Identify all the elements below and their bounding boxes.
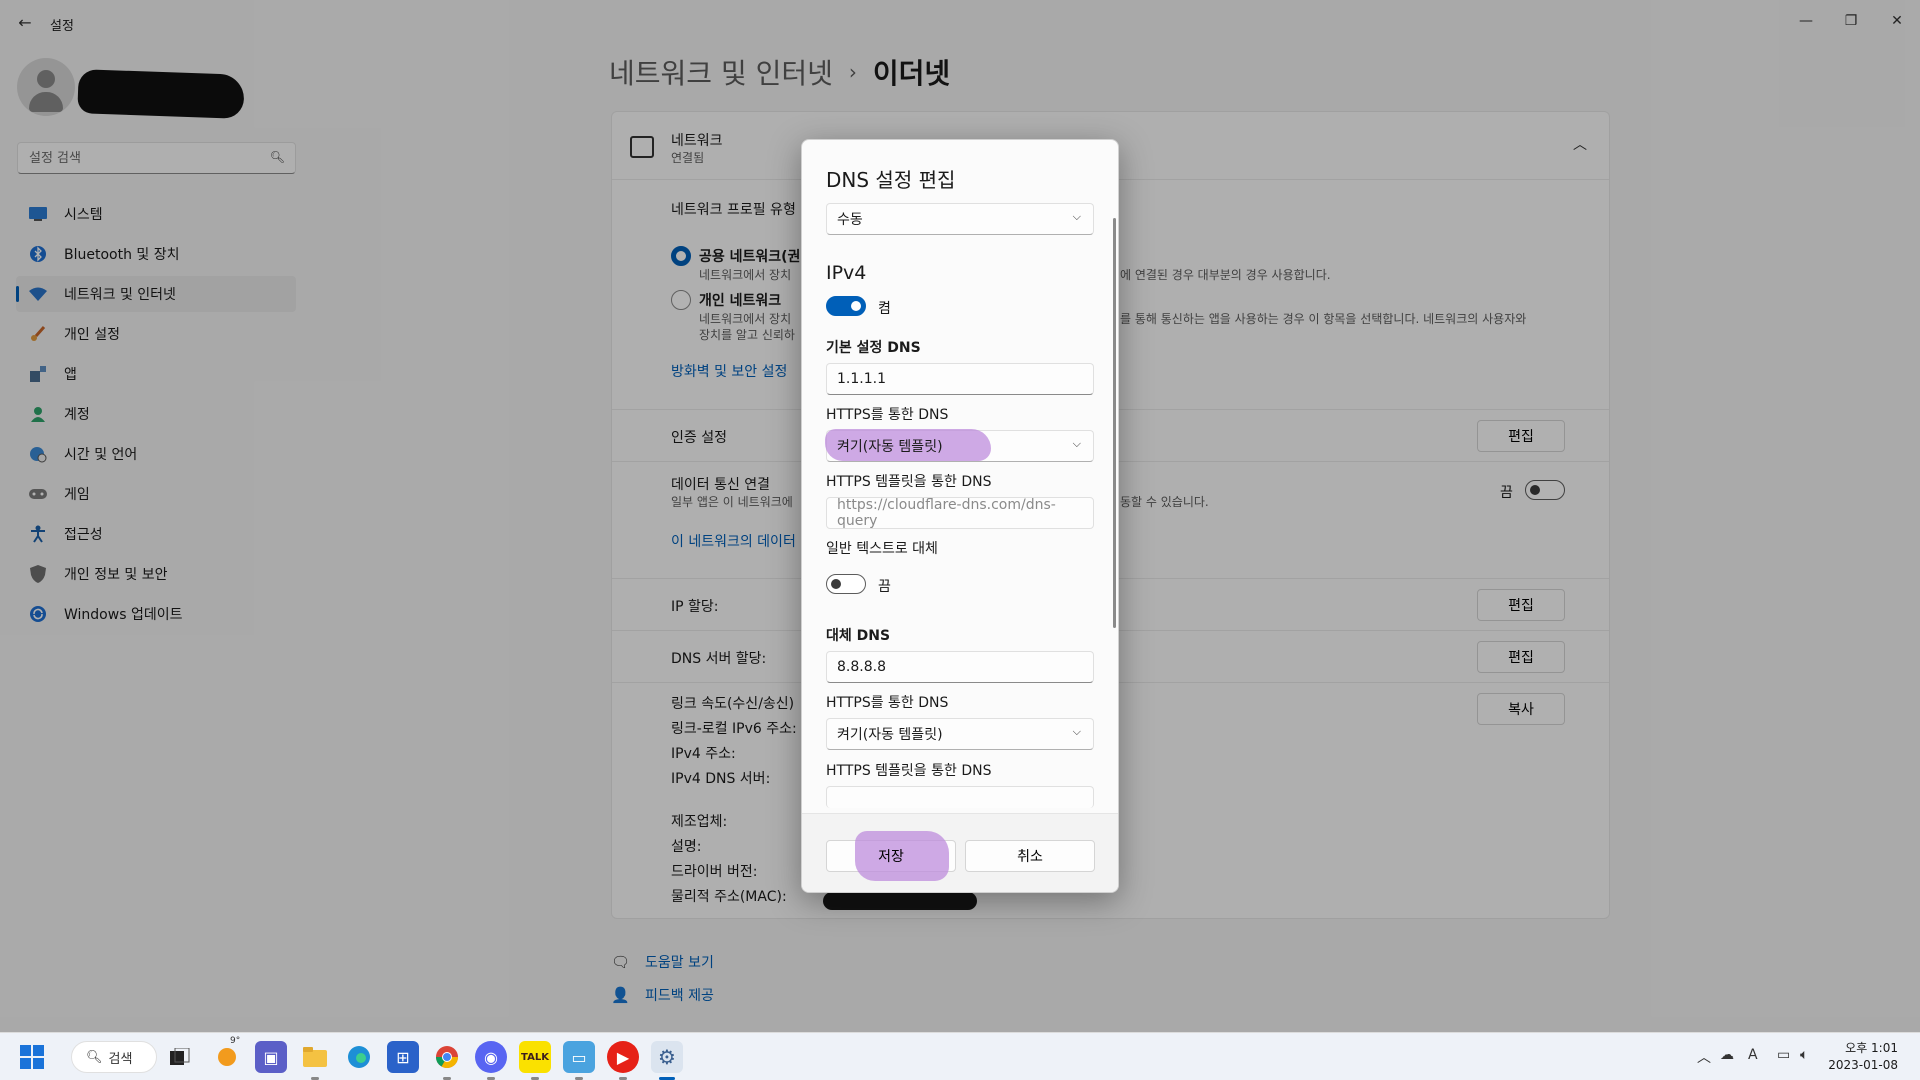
- start-button[interactable]: [16, 1041, 48, 1073]
- ipv4-toggle-state: 켬: [878, 301, 891, 317]
- alternate-dns-input[interactable]: 8.8.8.8: [826, 651, 1094, 683]
- doh-label-2: HTTPS를 통한 DNS: [826, 695, 949, 711]
- discord-icon[interactable]: ◉: [475, 1041, 507, 1073]
- ipv4-toggle[interactable]: [826, 296, 866, 316]
- dialog-title: DNS 설정 편집: [826, 168, 956, 192]
- fallback-toggle[interactable]: [826, 574, 866, 594]
- volume-icon[interactable]: 🔈︎: [1800, 1047, 1808, 1063]
- redacted-mac-address: [823, 892, 977, 910]
- clock-time: 오후 1:01: [1845, 1041, 1898, 1055]
- doh-template-label: HTTPS 템플릿을 통한 DNS: [826, 474, 992, 490]
- preferred-dns-input[interactable]: 1.1.1.1: [826, 363, 1094, 395]
- dialog-footer: 저장 취소: [802, 813, 1118, 892]
- taskbar-search-label: 검색: [108, 1051, 133, 1067]
- clock-date: 2023-01-08: [1828, 1058, 1898, 1072]
- alternate-dns-label: 대체 DNS: [826, 628, 891, 644]
- doh-value: 켜기(자동 템플릿): [837, 439, 943, 455]
- dns-mode-dropdown[interactable]: 수동 ⌵: [826, 203, 1094, 235]
- kakaotalk-icon[interactable]: TALK: [519, 1041, 551, 1073]
- clock[interactable]: 오후 1:01 2023-01-08: [1828, 1040, 1898, 1074]
- store-icon[interactable]: ⊞: [387, 1041, 419, 1073]
- dns-mode-value: 수동: [837, 212, 863, 228]
- dialog-scrollbar[interactable]: [1113, 218, 1116, 628]
- doh-dropdown[interactable]: 켜기(자동 템플릿) ⌵: [825, 429, 1094, 462]
- weather-badge: 9°: [230, 1036, 241, 1046]
- taskbar-search[interactable]: 🔍︎ 검색: [71, 1041, 157, 1073]
- fallback-label: 일반 텍스트로 대체: [826, 541, 938, 557]
- windows-logo-icon: [20, 1045, 44, 1069]
- chevron-down-icon: ⌵: [1072, 437, 1081, 450]
- fallback-state: 끔: [878, 579, 891, 595]
- doh-label: HTTPS를 통한 DNS: [826, 407, 949, 423]
- chrome-icon[interactable]: [431, 1041, 463, 1073]
- file-explorer-icon[interactable]: [299, 1041, 331, 1073]
- teams-chat-icon[interactable]: ▣: [255, 1041, 287, 1073]
- doh-dropdown-2[interactable]: 켜기(자동 템플릿) ⌵: [826, 718, 1094, 750]
- ime-indicator-icon[interactable]: A: [1748, 1047, 1758, 1063]
- cancel-button[interactable]: 취소: [965, 840, 1095, 872]
- doh-value-2: 켜기(자동 템플릿): [837, 727, 943, 743]
- dns-settings-dialog: DNS 설정 편집 수동 ⌵ IPv4 켬 기본 설정 DNS 1.1.1.1 …: [801, 139, 1119, 893]
- settings-gear-icon[interactable]: ⚙: [651, 1041, 683, 1073]
- taskbar: 🔍︎ 검색 9° ▣ ⊞ ◉ TALK ▭ ▶ ⚙ ︿ ☁ A ▭ 🔈︎ 오후 …: [0, 1032, 1920, 1080]
- search-icon: 🔍︎: [86, 1049, 103, 1065]
- media-player-icon[interactable]: ▶: [607, 1041, 639, 1073]
- doh-template-input-2[interactable]: [826, 786, 1094, 808]
- save-label: 저장: [878, 849, 904, 865]
- chevron-down-icon: ⌵: [1072, 210, 1081, 223]
- ipv4-heading: IPv4: [826, 262, 867, 284]
- onedrive-icon[interactable]: ☁: [1720, 1047, 1734, 1063]
- chevron-down-icon: ⌵: [1072, 725, 1081, 738]
- save-button[interactable]: 저장: [826, 831, 956, 881]
- remote-desktop-icon[interactable]: ▭: [563, 1041, 595, 1073]
- doh-template-input[interactable]: https://cloudflare-dns.com/dns-query: [826, 497, 1094, 529]
- preferred-dns-label: 기본 설정 DNS: [826, 340, 921, 356]
- edge-browser-icon[interactable]: [343, 1041, 375, 1073]
- network-tray-icon[interactable]: ▭: [1777, 1047, 1790, 1063]
- doh-template-label-2: HTTPS 템플릿을 통한 DNS: [826, 763, 992, 779]
- chevron-up-icon[interactable]: ︿: [1697, 1047, 1711, 1067]
- task-view-icon[interactable]: [164, 1041, 196, 1073]
